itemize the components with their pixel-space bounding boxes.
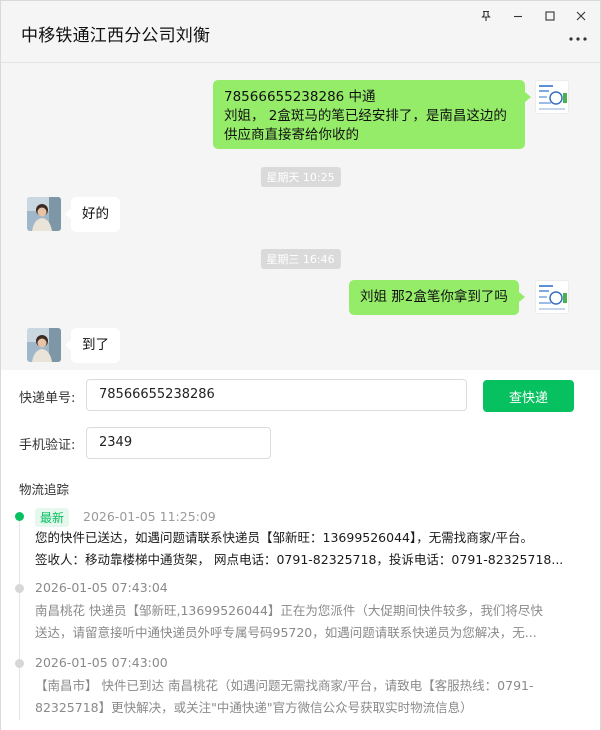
title-bar: 中移铁通江西分公司刘衡 [1,1,600,63]
avatar-contact[interactable] [27,328,61,362]
event-time: 2026-01-05 11:25:09 [83,509,216,524]
message-bubble-sent[interactable]: 刘姐 那2盒笔你拿到了吗 [349,280,525,315]
pin-icon[interactable] [474,5,498,27]
timestamp-divider: 星期三 16:46 [260,249,341,269]
avatar-contact[interactable] [27,197,61,231]
event-description-line: 82325718】更快解决，或关注"中通快递"官方微信公众号获取实时物流信息） [35,700,473,715]
chat-title: 中移铁通江西分公司刘衡 [21,26,211,46]
event-time: 2026-01-05 07:43:00 [35,655,168,670]
timeline-dot [15,584,24,593]
chat-history[interactable]: 78566655238286 中通 刘姐， 2盒斑马的笔已经安排了，是南昌这边的… [1,64,600,370]
message-bubble-sent[interactable]: 78566655238286 中通 刘姐， 2盒斑马的笔已经安排了，是南昌这边的… [213,80,531,149]
avatar-me[interactable] [535,80,569,114]
tracking-number-label: 快递单号: [19,391,76,406]
maximize-icon[interactable] [538,5,562,27]
event-description: 【南昌市】 快件已到达 南昌桃花（如遇问题无需找商家/平台，请致电【客服热线：0… [35,675,585,719]
timeline-dot-active [15,512,24,521]
logistics-tracking-title: 物流追踪 [19,482,70,497]
event-description-line: 【南昌市】 快件已到达 南昌桃花（如遇问题无需找商家/平台，请致电【客服热线：0… [35,678,534,693]
express-query-panel: 快递单号: 78566655238286 查快递 手机验证: 2349 物流追踪… [1,370,600,730]
event-description: 南昌桃花 快递员【邹新旺,13699526044】正在为您派件（大促期间快件较多… [35,600,585,644]
event-time: 2026-01-05 07:43:04 [35,580,168,595]
message-bubble-received[interactable]: 到了 [65,328,120,363]
event-description-line: 您的快件已送达，如遇问题请联系快递员【邹新旺：13699526044】，无需找商… [35,530,533,545]
message-bubble-received[interactable]: 好的 [65,197,120,232]
event-description-line: 签收人：移动靠楼梯中通货架， 网点电话：0791-82325718，投诉电话：0… [35,552,564,567]
timeline-dot [15,659,24,668]
event-description-line: 南昌桃花 快递员【邹新旺,13699526044】正在为您派件（大促期间快件较多… [35,603,543,618]
minimize-icon[interactable] [506,5,530,27]
event-description-line: 送达，请留意接听中通快递员外呼专属号码95720，如遇问题请联系快递员为您解决，… [35,625,537,640]
timestamp-divider: 星期天 10:25 [260,167,341,187]
phone-verify-label: 手机验证: [19,438,76,453]
avatar-me[interactable] [535,280,569,314]
query-express-button[interactable]: 查快递 [483,380,574,412]
phone-verify-input[interactable]: 2349 [86,427,271,459]
close-icon[interactable] [569,5,593,27]
event-description: 您的快件已送达，如遇问题请联系快递员【邹新旺：13699526044】，无需找商… [35,527,585,571]
latest-badge: 最新 [35,508,70,527]
timeline-line [19,520,20,720]
more-options-icon[interactable] [566,29,590,49]
tracking-number-input[interactable]: 78566655238286 [86,379,467,411]
chat-window: 中移铁通江西分公司刘衡 78566655238286 中通 刘姐， 2盒斑马的笔… [0,0,601,730]
